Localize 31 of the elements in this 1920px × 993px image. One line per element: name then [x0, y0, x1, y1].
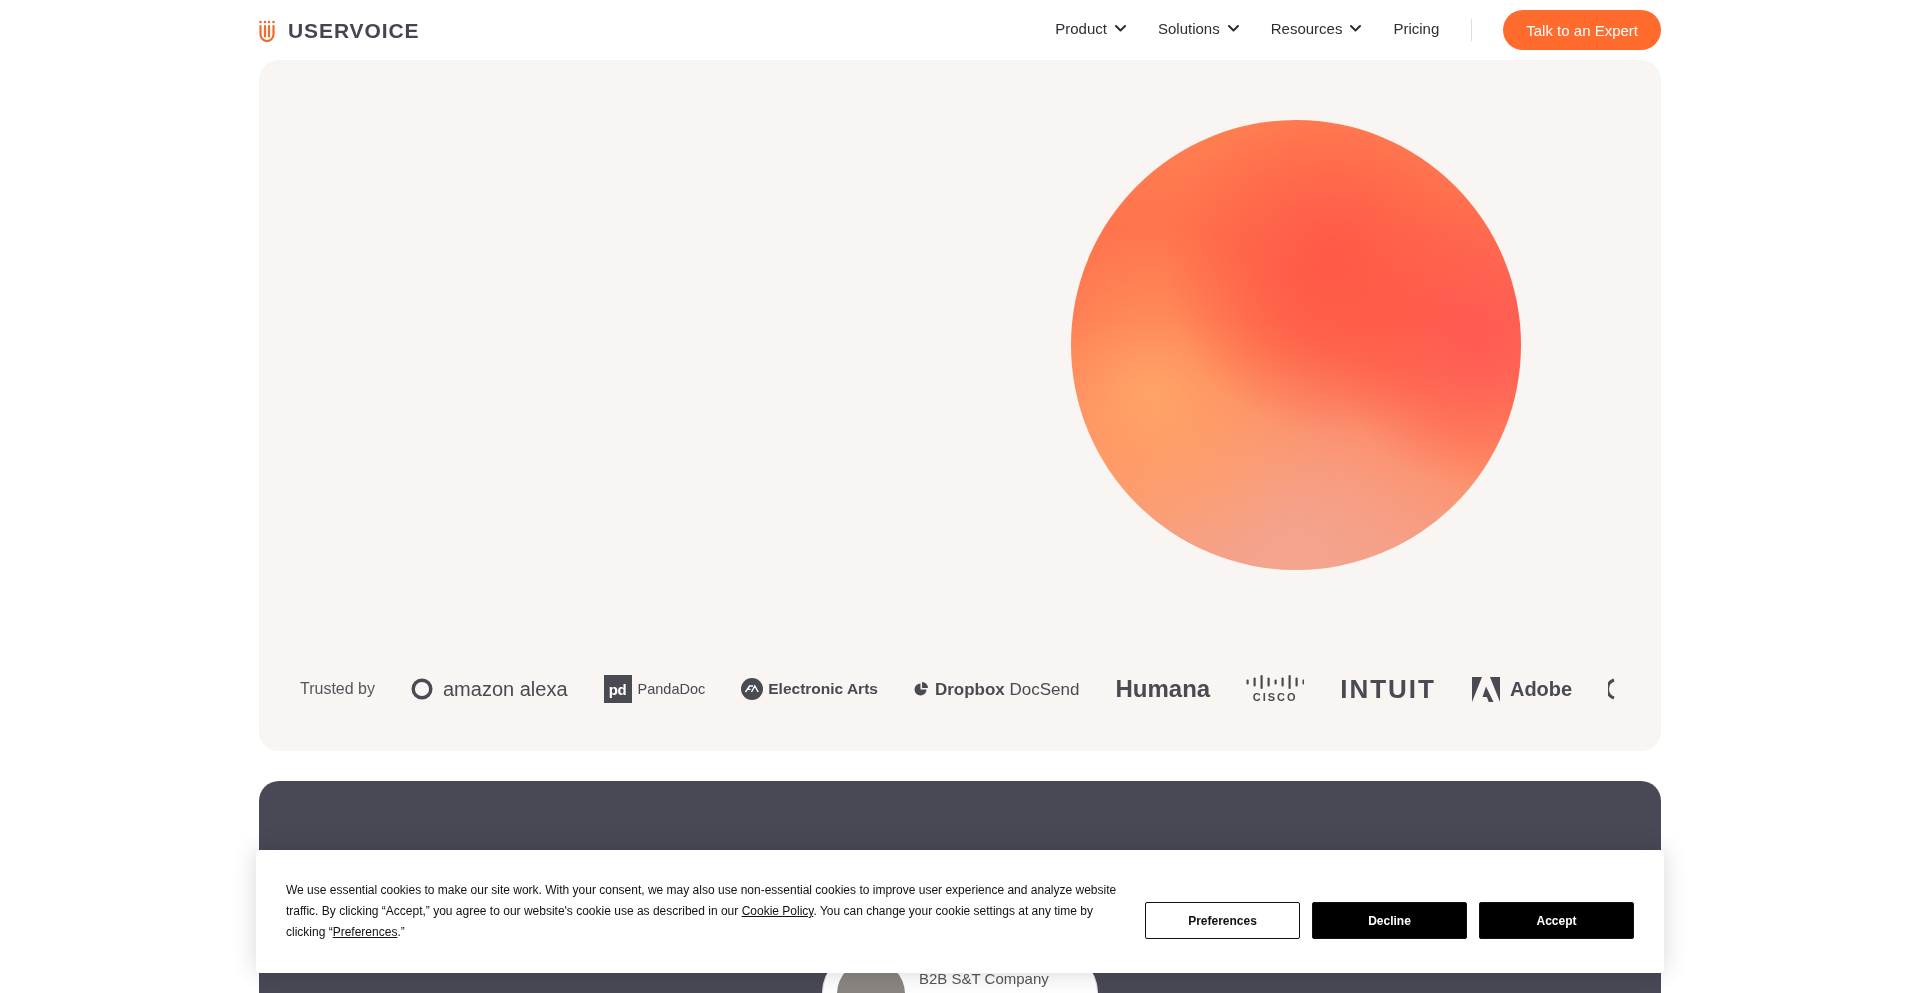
pie-icon [913, 682, 928, 696]
bars-icon [1246, 675, 1305, 689]
brand-name: Dropbox DocSend [934, 680, 1080, 698]
brand-name: CISCO [1252, 692, 1298, 703]
nav-menu-item[interactable]: Product [1055, 19, 1126, 41]
consent-button[interactable]: Preferences [1145, 902, 1300, 939]
brand-name: PandaDoc [637, 681, 706, 697]
company-name: B2B S&T Company [919, 970, 1049, 987]
nav-menu-item[interactable]: Pricing [1393, 19, 1440, 41]
consent-button[interactable]: Decline [1312, 902, 1467, 939]
chevron-down-icon [1350, 24, 1362, 32]
consent-button[interactable]: Accept [1479, 902, 1634, 939]
brand-name: amazon alexa [443, 679, 568, 699]
disc-icon [741, 678, 764, 700]
nav-menu-item[interactable]: Resources [1270, 19, 1362, 41]
chevron-down-icon [1227, 24, 1239, 32]
brand-name: Adobe [1509, 679, 1573, 699]
brand-mark: pd [603, 675, 632, 703]
logo-text[interactable]: USERVOICE [288, 19, 420, 43]
brand-name: Humana [1115, 677, 1211, 701]
triangle-logo-icon [1471, 676, 1500, 702]
brand-name: Electronic Arts [768, 681, 878, 697]
logo-icon [259, 20, 275, 42]
trusted-by-label: Trusted by [300, 680, 375, 698]
brand-name: INTUIT [1340, 676, 1436, 702]
chevron-down-icon [1115, 24, 1126, 32]
nav-menu-item[interactable]: Solutions [1158, 19, 1239, 41]
ring-icon [411, 678, 433, 700]
cookie-notice-text: We use essential cookies to make our site work. With your consent, we may also use non-essential cookies to improve user experience and analyze website traffic. By clicking “Accept,” you agree to our website's cookie use as described in our Cookie Policy. You can change your cookie settings at any time by clicking “Preferences.” [286, 882, 1118, 941]
text-link[interactable]: Preferences [332, 925, 398, 939]
partial-logo-icon [1608, 678, 1616, 700]
